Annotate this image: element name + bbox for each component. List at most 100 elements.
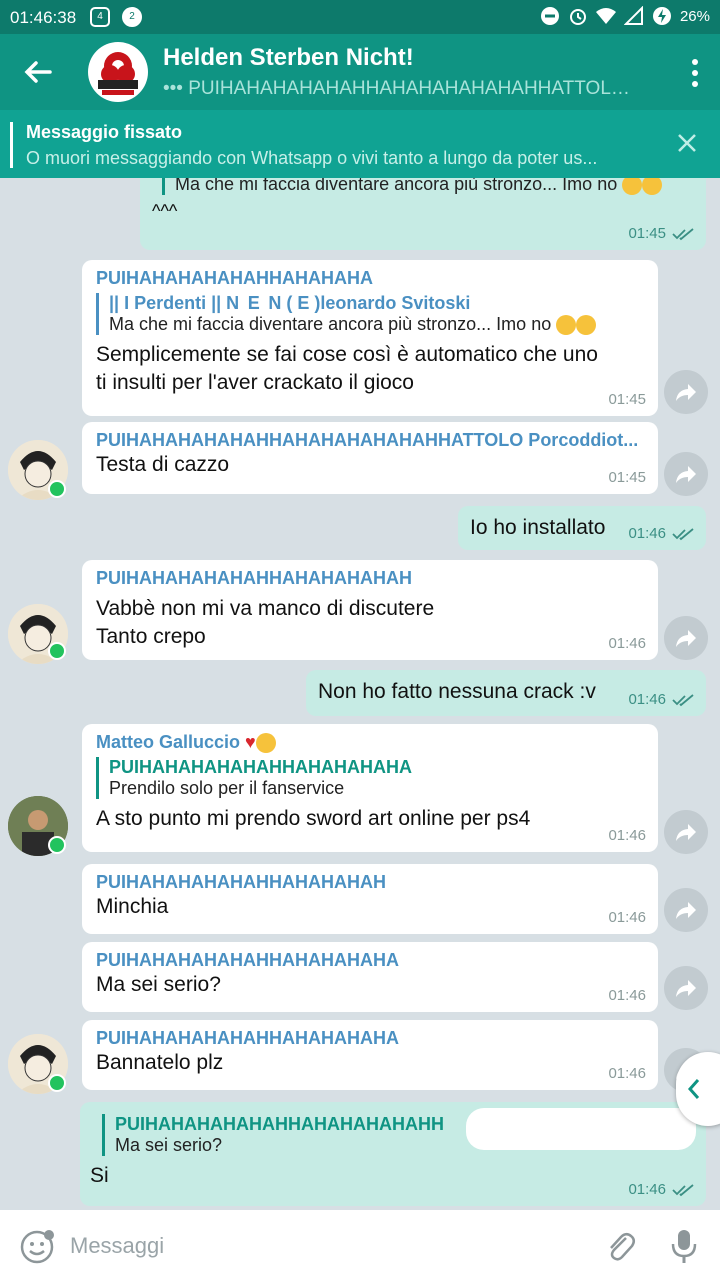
- sender-name[interactable]: PUIHAHAHAHAHAHHAHAHAHAHAHAHHATTOLO Porco…: [96, 430, 652, 451]
- message-meta: 01:46: [608, 1065, 646, 1082]
- forward-icon[interactable]: [664, 370, 708, 414]
- chevron-left-icon: [687, 1079, 700, 1099]
- scroll-down-button[interactable]: [676, 1052, 720, 1126]
- message-bubble-incoming[interactable]: PUIHAHAHAHAHAHHAHAHAHAHAH Vabbè non mi v…: [82, 560, 658, 660]
- notification-badge-icon: 2: [122, 7, 142, 27]
- message-time: 01:46: [628, 525, 666, 542]
- message-bubble-incoming[interactable]: PUIHAHAHAHAHAHHAHAHAHAHA Bannatelo plz 0…: [82, 1020, 658, 1090]
- attach-paperclip-icon[interactable]: [604, 1230, 636, 1264]
- group-title[interactable]: Helden Sterben Nicht!: [163, 44, 414, 72]
- sender-name[interactable]: PUIHAHAHAHAHAHHAHAHAHAHAH: [96, 568, 420, 589]
- message-input[interactable]: [70, 1228, 570, 1264]
- message-text: Semplicemente se fai cose così è automat…: [96, 343, 598, 395]
- message-bubble-incoming[interactable]: PUIHAHAHAHAHAHHAHAHAHA || I Perdenti || …: [82, 260, 658, 416]
- pinned-label: Messaggio fissato: [26, 122, 183, 142]
- emoji-icon: [255, 733, 276, 754]
- message-bubble-outgoing[interactable]: Non ho fatto nessuna crack :v 01:46: [306, 670, 706, 716]
- group-subtitle: ••• PUIHAHAHAHAHAHHAHAHAHAHAHAHHATTOLO,.…: [163, 78, 643, 99]
- group-avatar[interactable]: [88, 42, 148, 102]
- message-bubble-incoming[interactable]: PUIHAHAHAHAHAHHAHAHAHAH Minchia 01:46: [82, 864, 658, 934]
- message-meta: 01:45: [628, 225, 694, 242]
- reply-quote[interactable]: || I Perdenti || N E N ( E )leonardo Svi…: [96, 293, 644, 336]
- sender-name[interactable]: PUIHAHAHAHAHAHHAHAHAHAH: [96, 872, 420, 893]
- message-bubble-outgoing[interactable]: Io ho installato 01:46: [458, 506, 706, 550]
- emoji-smile-icon[interactable]: [20, 1230, 54, 1264]
- message-time: 01:45: [608, 391, 646, 408]
- status-bar: 01:46:38 4 2 26%: [0, 0, 720, 34]
- alarm-icon: [569, 9, 586, 25]
- battery-level: 26%: [679, 7, 710, 25]
- notification-icon: 4: [90, 7, 110, 27]
- message-bubble-incoming[interactable]: Matteo Galluccio ♥ PUIHAHAHAHAHAHHAHAHAH…: [82, 724, 658, 852]
- double-check-icon: [672, 527, 694, 540]
- message-meta: 01:45: [608, 469, 646, 486]
- pinned-message[interactable]: Messaggio fissato O muori messaggiando c…: [0, 110, 720, 178]
- message-meta: 01:46: [608, 987, 646, 1004]
- more-options-icon[interactable]: [690, 58, 700, 88]
- quote-text: Prendilo solo per il fanservice: [109, 778, 345, 799]
- double-check-icon: [672, 227, 694, 240]
- sender-name[interactable]: PUIHAHAHAHAHAHHAHAHAHAHA: [96, 950, 436, 971]
- message-bubble-incoming[interactable]: PUIHAHAHAHAHAHHAHAHAHAHA Ma sei serio? 0…: [82, 942, 658, 1012]
- close-icon[interactable]: [676, 132, 698, 154]
- message-text: Ma sei serio?: [96, 973, 221, 996]
- emoji-icon: [576, 315, 597, 336]
- double-check-icon: [672, 1183, 694, 1196]
- back-arrow-icon[interactable]: [20, 54, 56, 90]
- sender-name[interactable]: Matteo Galluccio ♥: [96, 732, 644, 754]
- wifi-icon: [595, 8, 616, 24]
- message-time: 01:46: [608, 1065, 646, 1082]
- message-bubble-incoming[interactable]: PUIHAHAHAHAHAHHAHAHAHAHAHAHHATTOLO Porco…: [82, 422, 658, 494]
- quote-sender: PUIHAHAHAHAHAHHAHAHAHAHAHH: [115, 1114, 444, 1134]
- online-indicator: [48, 1074, 66, 1092]
- message-text: ^^^: [152, 201, 178, 222]
- message-text: Vabbè non mi va manco di discutere Tanto…: [96, 597, 435, 648]
- chat-header: Helden Sterben Nicht! ••• PUIHAHAHAHAHAH…: [0, 34, 720, 110]
- quote-text: Ma che mi faccia diventare ancora più st…: [175, 178, 692, 196]
- message-time: 01:46: [628, 691, 666, 708]
- forward-icon[interactable]: [664, 888, 708, 932]
- no-signal-icon: [623, 6, 643, 25]
- emoji-icon: [642, 178, 663, 196]
- reply-quote[interactable]: Ma che mi faccia diventare ancora più st…: [162, 178, 692, 196]
- message-meta: 01:45: [608, 391, 646, 408]
- pinned-bar: [10, 122, 13, 168]
- message-text: A sto punto mi prendo sword art online p…: [96, 807, 531, 831]
- redaction-scribble: [466, 1108, 696, 1150]
- battery-charging-icon: [652, 7, 671, 25]
- quote-sender: || I Perdenti || N E N ( E )leonardo Svi…: [109, 293, 471, 313]
- message-time: 01:46: [608, 635, 646, 652]
- message-time: 01:45: [628, 225, 666, 242]
- quote-sender: PUIHAHAHAHAHAHHAHAHAHAHA: [109, 757, 412, 778]
- forward-icon[interactable]: [664, 616, 708, 660]
- message-input-bar: [0, 1210, 720, 1280]
- sender-name[interactable]: PUIHAHAHAHAHAHHAHAHAHA: [96, 268, 426, 289]
- message-text: Bannatelo plz: [96, 1051, 224, 1074]
- message-text: Minchia: [96, 895, 169, 918]
- message-meta: 01:46: [628, 1181, 694, 1198]
- online-indicator: [48, 642, 66, 660]
- heart-emoji-icon: ♥: [245, 732, 256, 752]
- emoji-icon: [622, 178, 643, 196]
- message-meta: 01:46: [628, 691, 694, 708]
- message-time: 01:46: [608, 909, 646, 926]
- message-time: 01:46: [608, 827, 646, 844]
- message-meta: 01:46: [608, 827, 646, 844]
- biohazard-logo-icon: [89, 43, 147, 101]
- forward-icon[interactable]: [664, 452, 708, 496]
- message-text: Testa di cazzo: [96, 453, 230, 476]
- sender-name[interactable]: PUIHAHAHAHAHAHHAHAHAHAHA: [96, 1028, 436, 1049]
- message-list[interactable]: Ma che mi faccia diventare ancora più st…: [0, 178, 720, 1210]
- emoji-icon: [556, 315, 577, 336]
- do-not-disturb-icon: [540, 7, 559, 25]
- message-time: 01:46: [628, 1181, 666, 1198]
- message-time: 01:46: [608, 987, 646, 1004]
- microphone-icon[interactable]: [670, 1228, 698, 1264]
- forward-icon[interactable]: [664, 810, 708, 854]
- pinned-text: O muori messaggiando con Whatsapp o vivi…: [26, 148, 598, 168]
- quote-text: Ma che mi faccia diventare ancora più st…: [109, 314, 644, 336]
- forward-icon[interactable]: [664, 966, 708, 1010]
- message-time: 01:45: [608, 469, 646, 486]
- message-bubble-outgoing[interactable]: Ma che mi faccia diventare ancora più st…: [140, 178, 706, 250]
- reply-quote[interactable]: PUIHAHAHAHAHAHHAHAHAHAHA Prendilo solo p…: [96, 757, 644, 800]
